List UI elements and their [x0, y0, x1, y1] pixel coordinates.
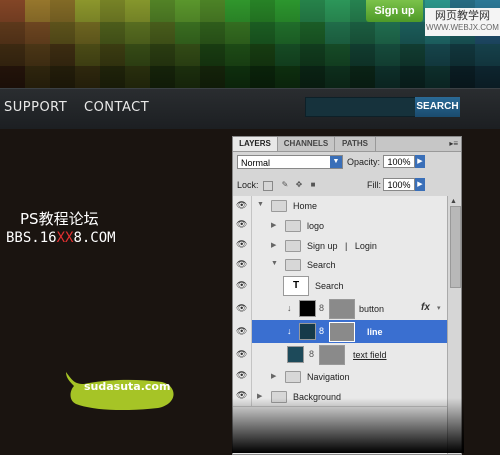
folder-icon — [285, 259, 301, 271]
watermark-line1: 网页教学网 — [435, 10, 490, 22]
lock-label: Lock: — [237, 180, 259, 190]
tab-channels[interactable]: CHANNELS — [278, 137, 335, 151]
layer-name: logo — [307, 221, 325, 231]
layer-thumbnail — [299, 300, 316, 317]
layer-home[interactable]: 👁 ▼ Home — [233, 196, 447, 216]
expand-triangle-icon[interactable]: ▼ — [257, 201, 264, 208]
layer-button[interactable]: 👁 ↓ 8 button fx ▾ — [233, 297, 447, 321]
layer-logo[interactable]: 👁 ▶ logo — [233, 215, 447, 236]
expand-triangle-icon[interactable]: ▶ — [271, 372, 276, 380]
eye-icon[interactable]: 👁 — [233, 255, 252, 274]
bottom-fade — [232, 398, 464, 453]
blend-row: Normal ▼ Opacity: 100% ▶ — [233, 152, 461, 174]
chain-link-icon[interactable]: 8 — [309, 349, 314, 359]
lock-brush-icon[interactable]: ✎ — [281, 181, 289, 189]
eye-icon[interactable]: 👁 — [233, 196, 252, 215]
folder-icon — [285, 371, 301, 383]
layer-name: line — [367, 327, 383, 337]
search-button[interactable]: SEARCH — [415, 97, 460, 117]
fx-icon[interactable]: fx — [421, 302, 430, 313]
chain-link-icon[interactable]: 8 — [319, 326, 324, 336]
panel-menu-icon[interactable]: ▸≡ — [449, 139, 458, 148]
layer-thumbnail — [287, 346, 304, 363]
watermark-badge: 网页教学网 WWW.WEBJX.COM — [425, 8, 500, 36]
eye-icon[interactable]: 👁 — [233, 215, 252, 235]
url-prefix: BBS.16 — [6, 230, 57, 246]
clip-arrow-icon: ↓ — [287, 326, 292, 336]
chevron-down-icon: ▼ — [330, 156, 342, 168]
expand-triangle-icon[interactable]: ▶ — [271, 221, 276, 229]
mask-thumbnail — [329, 299, 355, 319]
layer-name: button — [359, 304, 385, 314]
layer-search-text[interactable]: 👁 T Search — [233, 274, 447, 298]
expand-triangle-icon[interactable]: ▶ — [271, 241, 276, 249]
lock-row: Lock: ✎ ✥ ■ Fill: 100% ▶ — [233, 174, 461, 197]
lock-all-icon[interactable]: ■ — [309, 181, 317, 189]
clip-arrow-icon: ↓ — [287, 303, 292, 313]
tab-paths[interactable]: PATHS — [335, 137, 376, 151]
eye-icon[interactable]: 👁 — [233, 343, 252, 366]
opacity-field[interactable]: 100% — [383, 155, 415, 168]
layer-thumbnail — [299, 323, 316, 340]
chain-link-icon[interactable]: 8 — [319, 303, 324, 313]
folder-icon — [285, 240, 301, 252]
watermark-line2: WWW.WEBJX.COM — [426, 23, 499, 32]
fill-field[interactable]: 100% — [383, 178, 415, 191]
scroll-up-icon[interactable]: ▲ — [450, 198, 457, 205]
panel-tabs: LAYERS CHANNELS PATHS ▸≡ — [233, 137, 461, 152]
layer-line[interactable]: 👁 ↓ 8 line — [233, 320, 447, 344]
signup-button[interactable]: Sign up — [366, 0, 423, 22]
nav-support-link[interactable]: SUPPORT — [4, 100, 67, 115]
search-input[interactable] — [305, 97, 417, 117]
tab-layers[interactable]: LAYERS — [233, 137, 278, 151]
fx-expand-icon[interactable]: ▾ — [437, 304, 441, 312]
url-red-part: XX — [56, 230, 74, 246]
nav-contact-link[interactable]: CONTACT — [84, 100, 149, 115]
logo-text: sudasuta.com — [84, 380, 171, 393]
opacity-label: Opacity: — [347, 157, 381, 167]
eye-icon[interactable]: 👁 — [233, 297, 252, 320]
layer-navigation[interactable]: 👁 ▶ Navigation — [233, 366, 447, 387]
layer-name: Navigation — [307, 372, 350, 382]
mask-thumbnail — [319, 345, 345, 365]
text-layer-thumbnail: T — [283, 276, 309, 296]
layer-search-group[interactable]: 👁 ▼ Search — [233, 255, 447, 275]
layer-name: Sign up | Login — [307, 241, 377, 251]
opacity-slider-arrow[interactable]: ▶ — [415, 155, 425, 168]
fill-label: Fill: — [367, 180, 381, 190]
lock-move-icon[interactable]: ✥ — [295, 181, 303, 189]
eye-icon[interactable]: 👁 — [233, 366, 252, 386]
layer-name: text field — [353, 350, 387, 360]
scroll-thumb[interactable] — [450, 206, 461, 288]
folder-icon — [285, 220, 301, 232]
mask-thumbnail — [329, 322, 355, 342]
layer-name: Search — [307, 260, 336, 270]
blend-mode-select[interactable]: Normal ▼ — [237, 155, 343, 169]
forum-watermark-url: BBS.16XX8.COM — [6, 230, 116, 246]
layer-name: Home — [293, 201, 318, 211]
blend-mode-value: Normal — [241, 158, 271, 168]
layer-name: Search — [315, 281, 344, 291]
fill-slider-arrow[interactable]: ▶ — [415, 178, 425, 191]
forum-watermark-title: PS教程论坛 — [20, 210, 99, 228]
layer-signup-login[interactable]: 👁 ▶ Sign up | Login — [233, 235, 447, 256]
expand-triangle-icon[interactable]: ▼ — [271, 260, 278, 267]
folder-icon — [271, 200, 287, 212]
lock-transparency-icon[interactable] — [263, 181, 273, 191]
layer-text-field[interactable]: 👁 8 text field — [233, 343, 447, 367]
url-suffix: 8.COM — [73, 230, 116, 246]
eye-icon[interactable]: 👁 — [233, 235, 252, 255]
eye-icon[interactable]: 👁 — [233, 274, 252, 297]
eye-icon[interactable]: 👁 — [233, 320, 252, 343]
